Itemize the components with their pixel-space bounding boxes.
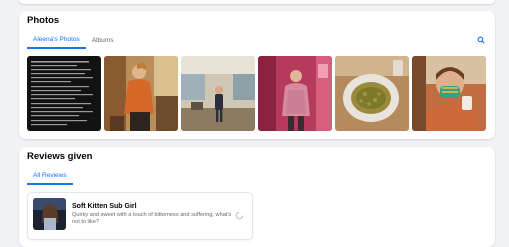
photo-grid: [27, 56, 486, 131]
photo-thumbnail[interactable]: [104, 56, 178, 131]
reviews-section: Reviews given All Reviews Soft Kitten Su…: [19, 147, 495, 247]
review-title[interactable]: Soft Kitten Sub Girl: [72, 203, 137, 210]
photo-thumbnail[interactable]: [258, 56, 332, 131]
tab-albums[interactable]: Albums: [86, 31, 120, 49]
photos-title: Photos: [27, 15, 60, 26]
review-item[interactable]: Soft Kitten Sub Girl Quirky and sweet wi…: [27, 192, 253, 240]
photos-section: Photos Aleena's Photos Albums: [19, 11, 495, 139]
search-icon: [477, 36, 485, 44]
tab-aleenas-photos[interactable]: Aleena's Photos: [27, 31, 86, 49]
photo-thumbnail[interactable]: [181, 56, 255, 131]
photos-search-button[interactable]: [473, 32, 489, 48]
loading-spinner-icon: [235, 211, 244, 220]
review-thumbnail: [33, 198, 66, 230]
photo-thumbnail[interactable]: [335, 56, 409, 131]
previous-card: [19, 0, 495, 4]
reviews-title: Reviews given: [27, 151, 93, 162]
review-description: Quirky and sweet with a touch of bittern…: [72, 212, 232, 225]
photos-tabs: Aleena's Photos Albums: [27, 31, 119, 49]
tab-all-reviews[interactable]: All Reviews: [27, 167, 73, 185]
reviews-tabs: All Reviews: [27, 167, 73, 185]
photo-thumbnail[interactable]: [27, 56, 101, 131]
photo-thumbnail[interactable]: [412, 56, 486, 131]
